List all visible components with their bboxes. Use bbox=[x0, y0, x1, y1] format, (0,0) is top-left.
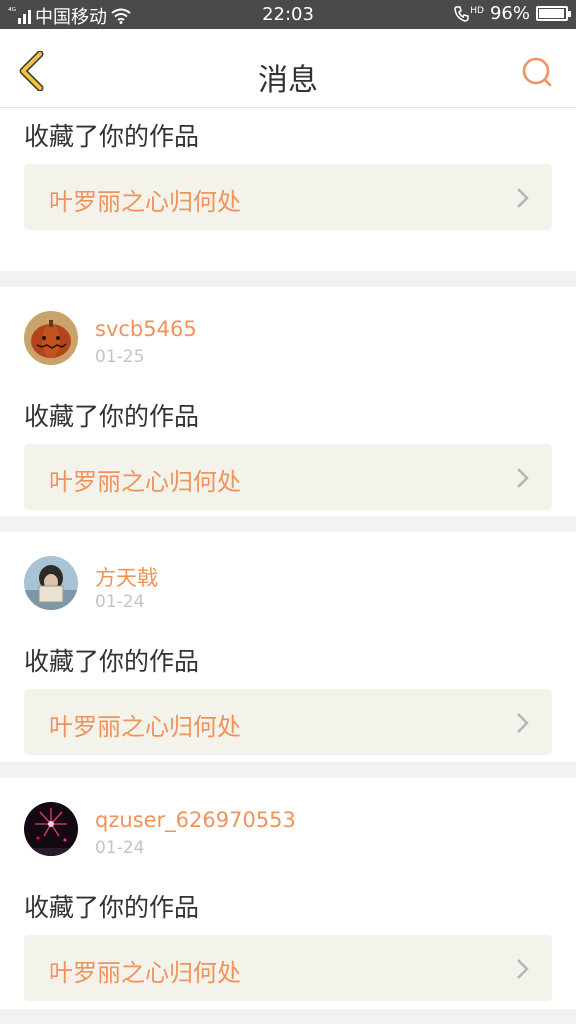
chevron-right-icon bbox=[517, 959, 529, 979]
message-card: qzuser_626970553 01-24 收藏了你的作品 叶罗丽之心归何处 bbox=[0, 778, 576, 1009]
work-link[interactable]: 叶罗丽之心归何处 bbox=[24, 444, 552, 510]
page-title: 消息 bbox=[258, 63, 318, 98]
work-link[interactable]: 叶罗丽之心归何处 bbox=[24, 935, 552, 1001]
message-card: 01-25 收藏了你的作品 叶罗丽之心归何处 bbox=[0, 108, 576, 271]
username[interactable]: 方天戟 bbox=[95, 562, 158, 592]
battery-fill bbox=[539, 9, 564, 18]
message-action: 收藏了你的作品 bbox=[24, 402, 200, 431]
message-action: 收藏了你的作品 bbox=[24, 122, 200, 151]
pumpkin-avatar-image bbox=[24, 311, 78, 365]
message-date: 01-25 bbox=[95, 347, 145, 367]
work-title: 叶罗丽之心归何处 bbox=[49, 959, 241, 987]
avatar[interactable] bbox=[24, 802, 78, 856]
chevron-right-icon bbox=[517, 188, 529, 208]
work-title: 叶罗丽之心归何处 bbox=[49, 468, 241, 496]
work-title: 叶罗丽之心归何处 bbox=[49, 188, 241, 216]
work-link[interactable]: 叶罗丽之心归何处 bbox=[24, 689, 552, 755]
username[interactable]: qzuser_626970553 bbox=[95, 808, 296, 832]
status-right: HD 96% bbox=[454, 3, 571, 24]
message-date: 01-24 bbox=[95, 592, 145, 612]
person-avatar-image bbox=[24, 556, 78, 610]
message-card: svcb5465 01-25 收藏了你的作品 叶罗丽之心归何处 bbox=[0, 287, 576, 516]
avatar[interactable] bbox=[24, 556, 78, 610]
message-date: 01-24 bbox=[95, 838, 145, 858]
phone-icon bbox=[454, 5, 470, 22]
chevron-right-icon bbox=[517, 468, 529, 488]
battery-percent: 96% bbox=[489, 3, 530, 24]
message-action: 收藏了你的作品 bbox=[24, 647, 200, 676]
battery-icon bbox=[536, 6, 571, 21]
status-bar: ⁴ᴳ 中国移动 22:03 HD 96% bbox=[0, 0, 576, 29]
message-card: 方天戟 01-24 收藏了你的作品 叶罗丽之心归何处 bbox=[0, 532, 576, 762]
nav-bar: 消息 bbox=[0, 29, 576, 108]
work-link[interactable]: 叶罗丽之心归何处 bbox=[24, 164, 552, 230]
chevron-right-icon bbox=[517, 713, 529, 733]
username[interactable]: svcb5465 bbox=[95, 317, 197, 341]
work-title: 叶罗丽之心归何处 bbox=[49, 713, 241, 741]
hd-call-icon: HD bbox=[454, 6, 484, 22]
hd-label: HD bbox=[470, 5, 484, 16]
search-icon[interactable] bbox=[520, 55, 554, 89]
fireworks-avatar-image bbox=[24, 802, 78, 856]
message-action: 收藏了你的作品 bbox=[24, 893, 200, 922]
message-list[interactable]: 01-25 收藏了你的作品 叶罗丽之心归何处 svcb5465 01-25 收藏… bbox=[0, 108, 576, 1024]
avatar[interactable] bbox=[24, 311, 78, 365]
